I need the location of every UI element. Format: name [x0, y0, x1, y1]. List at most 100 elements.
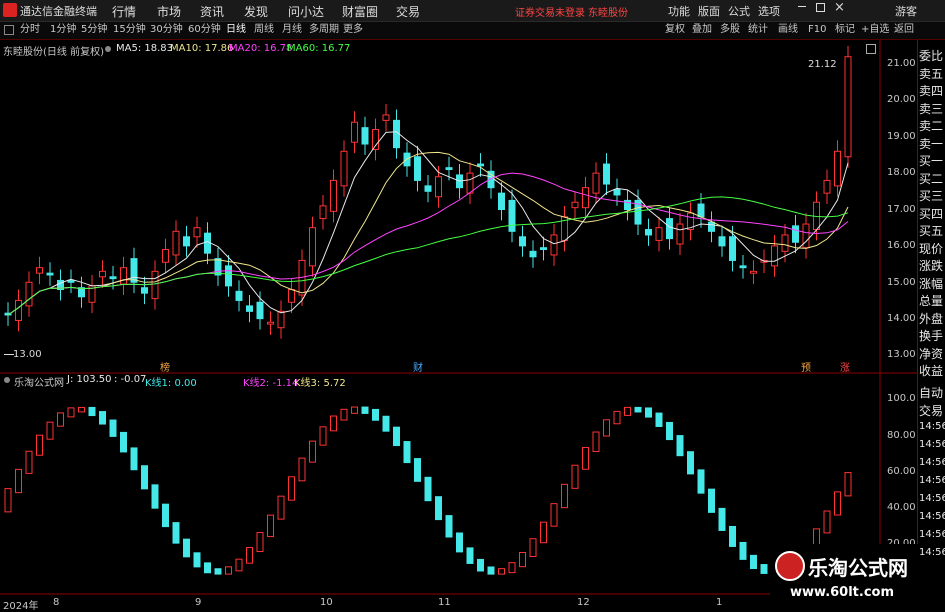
candle-body[interactable] — [645, 229, 652, 236]
candle-body[interactable] — [162, 249, 169, 263]
window-toggle-icon[interactable] — [866, 44, 876, 54]
candle-body[interactable] — [99, 270, 106, 278]
btn-overlay[interactable]: 叠加 — [692, 23, 712, 37]
candle-body[interactable] — [582, 187, 589, 209]
candle-body[interactable] — [225, 265, 232, 287]
candle-body[interactable] — [802, 223, 810, 249]
tab-multi-period[interactable]: 多周期 — [309, 23, 339, 37]
close-icon[interactable]: × — [834, 0, 845, 15]
candle-body[interactable] — [267, 321, 274, 325]
btn-adjust[interactable]: 复权 — [665, 23, 685, 37]
candle-body[interactable] — [519, 236, 526, 247]
candle-body[interactable] — [204, 232, 211, 254]
menu-layout[interactable]: 版面 — [698, 3, 720, 19]
candle-body[interactable] — [151, 270, 159, 300]
maximize-icon[interactable] — [816, 3, 825, 12]
candle-body[interactable] — [834, 150, 841, 187]
tab-15min[interactable]: 15分钟 — [113, 23, 146, 37]
candle-body[interactable] — [655, 227, 663, 241]
candle-body[interactable] — [372, 128, 379, 150]
candle-body[interactable] — [571, 201, 579, 209]
candle-body[interactable] — [424, 185, 432, 192]
candle-body[interactable] — [340, 150, 348, 187]
menu-formula[interactable]: 公式 — [728, 3, 750, 19]
candle-body[interactable] — [508, 199, 516, 232]
menu-quotes[interactable]: 行情 — [112, 3, 136, 20]
tab-daily[interactable]: 日线 — [226, 23, 246, 37]
candle-body[interactable] — [550, 234, 558, 256]
candle-body[interactable] — [445, 167, 453, 170]
candle-body[interactable] — [67, 279, 75, 283]
candle-body[interactable] — [36, 267, 43, 274]
candle-body[interactable] — [130, 258, 138, 283]
btn-back[interactable]: 返回 — [894, 23, 914, 37]
tab-weekly[interactable]: 周线 — [254, 23, 274, 37]
tab-60min[interactable]: 60分钟 — [188, 23, 221, 37]
trade-auto[interactable]: 自动 — [919, 384, 943, 401]
tab-monthly[interactable]: 月线 — [282, 23, 302, 37]
candle-body[interactable] — [414, 156, 421, 181]
marker-list[interactable]: 榜 — [160, 359, 170, 374]
marker-finance[interactable]: 财 — [413, 359, 423, 374]
btn-add-watchlist[interactable]: +自选 — [861, 23, 889, 37]
candle-body[interactable] — [466, 172, 474, 194]
btn-f10[interactable]: F10 — [808, 23, 826, 37]
candle-body[interactable] — [361, 127, 369, 145]
tab-intraday[interactable]: 分时 — [20, 23, 40, 37]
candle-body[interactable] — [718, 236, 726, 247]
sub-settings-icon[interactable] — [4, 377, 10, 383]
candle-body[interactable] — [46, 272, 54, 276]
menu-trade[interactable]: 交易 — [396, 3, 420, 20]
candle-body[interactable] — [15, 299, 22, 321]
candle-body[interactable] — [25, 281, 33, 307]
candle-body[interactable] — [351, 121, 358, 143]
candle-body[interactable] — [288, 289, 295, 303]
candle-body[interactable] — [435, 176, 442, 198]
candle-body[interactable] — [792, 225, 799, 243]
candle-body[interactable] — [613, 188, 621, 196]
candle-body[interactable] — [256, 301, 264, 320]
menu-options[interactable]: 选项 — [758, 3, 780, 19]
tab-1min[interactable]: 1分钟 — [50, 23, 76, 37]
candle-body[interactable] — [603, 163, 610, 185]
btn-stats[interactable]: 统计 — [748, 23, 768, 37]
candle-body[interactable] — [750, 270, 757, 274]
candle-body[interactable] — [676, 223, 684, 245]
tab-more[interactable]: 更多 — [343, 23, 363, 37]
login-warning[interactable]: 证券交易未登录 — [515, 4, 585, 19]
menu-news[interactable]: 资讯 — [200, 3, 224, 20]
tab-30min[interactable]: 30分钟 — [150, 23, 183, 37]
candle-body[interactable] — [246, 305, 253, 312]
candle-body[interactable] — [172, 230, 180, 256]
candle-body[interactable] — [235, 290, 243, 301]
candle-body[interactable] — [109, 276, 117, 280]
candle-body[interactable] — [729, 236, 736, 261]
settings-dot-icon[interactable] — [105, 46, 111, 52]
candle-body[interactable] — [120, 267, 127, 285]
marker-limit-up[interactable]: 涨 — [840, 359, 850, 374]
candle-body[interactable] — [540, 247, 547, 251]
candle-body[interactable] — [309, 227, 316, 267]
candle-body[interactable] — [529, 250, 537, 258]
candle-body[interactable] — [277, 310, 285, 329]
stock-name-link[interactable]: 东睦股份 — [588, 4, 628, 19]
candle-body[interactable] — [477, 163, 484, 167]
candle-body[interactable] — [319, 205, 327, 220]
menu-wealth[interactable]: 财富圈 — [342, 3, 378, 20]
candle-body[interactable] — [592, 172, 600, 194]
candle-body[interactable] — [141, 287, 148, 294]
btn-multi-stock[interactable]: 多股 — [720, 23, 740, 37]
candle-body[interactable] — [183, 236, 190, 247]
tab-5min[interactable]: 5分钟 — [81, 23, 107, 37]
menu-market[interactable]: 市场 — [157, 3, 181, 20]
candle-body[interactable] — [382, 114, 390, 121]
menu-discover[interactable]: 发现 — [244, 3, 268, 20]
btn-draw[interactable]: 画线 — [778, 23, 798, 37]
menu-guest[interactable]: 游客 — [895, 3, 917, 19]
candle-body[interactable] — [193, 227, 201, 238]
candle-body[interactable] — [823, 179, 831, 194]
kline-chart[interactable] — [0, 40, 917, 609]
candle-body[interactable] — [708, 221, 715, 232]
candle-body[interactable] — [666, 218, 673, 240]
minimize-icon[interactable] — [798, 6, 806, 7]
